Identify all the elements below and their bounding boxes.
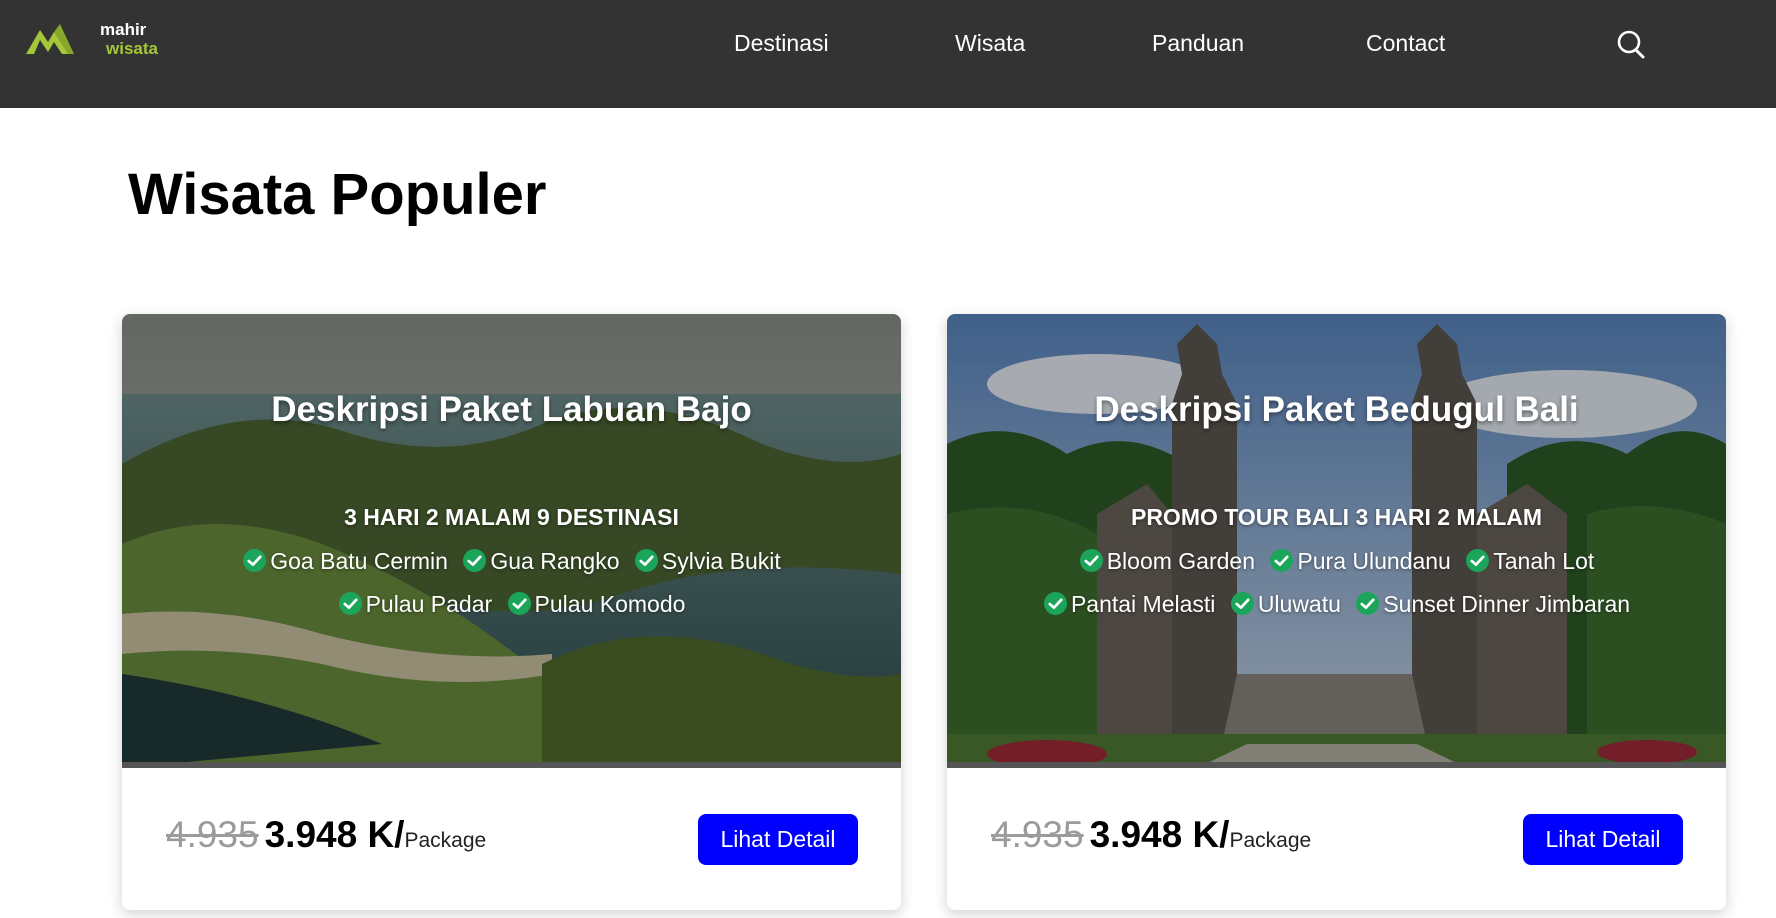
price-unit: Package xyxy=(404,829,487,852)
destination-item: Sunset Dinner Jimbaran xyxy=(1355,589,1630,619)
package-subtitle: PROMO TOUR BALI 3 HARI 2 MALAM xyxy=(1130,504,1543,530)
destination-item: Pantai Melasti xyxy=(1043,589,1215,619)
search-icon xyxy=(1617,30,1645,59)
check-circle-icon xyxy=(1079,549,1103,572)
navbar: mahir wisata Destinasi Wisata Panduan Co… xyxy=(0,0,1776,108)
nav-link-wisata[interactable]: Wisata xyxy=(955,28,1025,58)
check-circle-icon xyxy=(634,549,658,572)
destination-label: Pantai Melasti xyxy=(1070,591,1216,617)
check-circle-icon xyxy=(243,549,267,572)
destination-label: Pura Ulundanu xyxy=(1297,548,1451,574)
destination-item: Sylvia Bukit xyxy=(634,546,781,576)
package-card-bedugul-bali: Deskripsi Paket Bedugul Bali PROMO TOUR … xyxy=(947,314,1726,910)
check-circle-icon xyxy=(1043,592,1067,615)
package-image-labuan-bajo: Deskripsi Paket Labuan Bajo 3 HARI 2 MAL… xyxy=(122,314,901,768)
logo-text-line1: mahir xyxy=(100,20,147,39)
package-subtitle: 3 HARI 2 MALAM 9 DESTINASI xyxy=(344,504,679,530)
destination-row: Pulau Padar Pulau Komodo xyxy=(122,589,901,619)
destination-label: Gua Rangko xyxy=(490,548,620,574)
check-circle-icon xyxy=(463,549,487,572)
destination-item: Bloom Garden xyxy=(1079,546,1255,576)
destination-label: Sylvia Bukit xyxy=(661,548,781,574)
destination-row: Bloom Garden Pura Ulundanu Tanah Lot xyxy=(947,546,1726,576)
check-circle-icon xyxy=(1230,592,1254,615)
destination-row: Pantai Melasti Uluwatu Sunset Dinner Jim… xyxy=(947,589,1726,619)
check-circle-icon xyxy=(1466,549,1490,572)
package-card-labuan-bajo: Deskripsi Paket Labuan Bajo 3 HARI 2 MAL… xyxy=(122,314,901,910)
destination-row: Goa Batu Cermin Gua Rangko Sylvia Bukit xyxy=(122,546,901,576)
lihat-detail-button[interactable]: Lihat Detail xyxy=(1523,814,1683,865)
destination-label: Sunset Dinner Jimbaran xyxy=(1383,591,1631,617)
destination-label: Tanah Lot xyxy=(1493,548,1595,574)
old-price: 4.935 xyxy=(166,814,259,855)
price-unit: Package xyxy=(1229,829,1312,852)
lihat-detail-button[interactable]: Lihat Detail xyxy=(698,814,858,865)
destination-label: Bloom Garden xyxy=(1106,548,1256,574)
package-title: Deskripsi Paket Labuan Bajo xyxy=(271,390,752,429)
package-title: Deskripsi Paket Bedugul Bali xyxy=(1094,390,1579,429)
check-circle-icon xyxy=(507,592,531,615)
destination-item: Tanah Lot xyxy=(1465,546,1594,576)
destination-label: Goa Batu Cermin xyxy=(270,548,448,574)
package-image-bedugul-bali: Deskripsi Paket Bedugul Bali PROMO TOUR … xyxy=(947,314,1726,768)
price-area: 4.935 3.948 K/Package xyxy=(166,814,486,864)
price-area: 4.935 3.948 K/Package xyxy=(991,814,1311,864)
search-button[interactable] xyxy=(1616,28,1648,60)
destination-item: Goa Batu Cermin xyxy=(242,546,448,576)
old-price: 4.935 xyxy=(991,814,1084,855)
destination-item: Pura Ulundanu xyxy=(1269,546,1451,576)
section-title: Wisata Populer xyxy=(128,162,547,227)
check-circle-icon xyxy=(338,592,362,615)
check-circle-icon xyxy=(1270,549,1294,572)
new-price: 3.948 K/ xyxy=(1089,814,1230,855)
destination-label: Uluwatu xyxy=(1257,591,1341,617)
new-price: 3.948 K/ xyxy=(264,814,405,855)
destination-label: Pulau Komodo xyxy=(534,591,686,617)
nav-link-panduan[interactable]: Panduan xyxy=(1152,28,1244,58)
destination-label: Pulau Padar xyxy=(365,591,493,617)
destination-item: Uluwatu xyxy=(1230,589,1341,619)
nav-link-contact[interactable]: Contact xyxy=(1366,28,1445,58)
destination-item: Pulau Komodo xyxy=(507,589,686,619)
destination-item: Pulau Padar xyxy=(338,589,493,619)
brand-logo[interactable]: mahir wisata xyxy=(24,20,158,60)
check-circle-icon xyxy=(1356,592,1380,615)
logo-text-line2: wisata xyxy=(106,39,158,58)
destination-item: Gua Rangko xyxy=(462,546,619,576)
nav-link-destinasi[interactable]: Destinasi xyxy=(734,28,829,58)
